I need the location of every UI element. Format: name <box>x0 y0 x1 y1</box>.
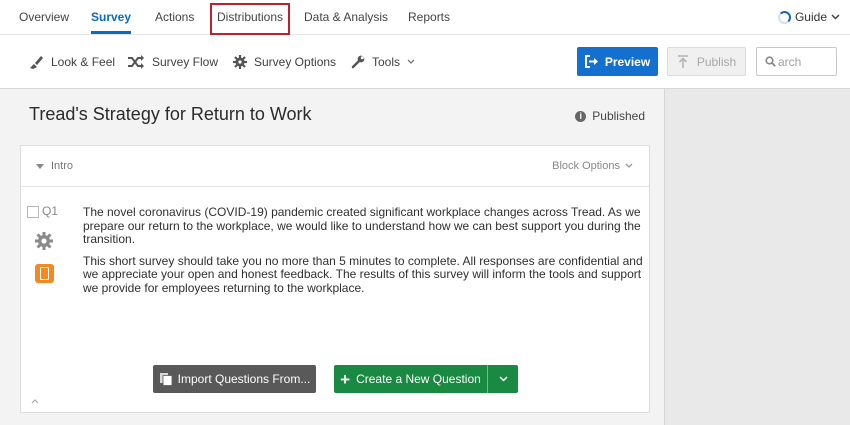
chevron-down-icon <box>831 14 840 20</box>
chevron-down-icon <box>407 59 415 64</box>
block-options-label: Block Options <box>552 160 620 172</box>
plus-icon: + <box>340 369 351 389</box>
right-side-panel <box>664 89 850 425</box>
block-name: Intro <box>51 160 74 172</box>
block-collapse-toggle[interactable]: Intro <box>36 160 73 172</box>
question-select-checkbox[interactable] <box>27 206 39 218</box>
question-block: Intro Block Options Q1 The novel coronav… <box>20 145 650 413</box>
survey-flow-label: Survey Flow <box>152 55 219 69</box>
mobile-friendly-icon[interactable] <box>35 264 54 283</box>
survey-toolbar: Look & Feel Survey Flow Survey Options T… <box>0 35 850 89</box>
tools-label: Tools <box>372 55 401 69</box>
tab-actions-label: Actions <box>155 10 195 24</box>
tab-data-analysis-label: Data & Analysis <box>304 10 389 24</box>
survey-flow-button[interactable]: Survey Flow <box>127 35 218 89</box>
block-header: Intro Block Options <box>21 146 649 187</box>
search-input[interactable] <box>778 54 828 69</box>
upload-icon <box>677 54 688 68</box>
import-questions-button[interactable]: Import Questions From... <box>153 365 316 393</box>
survey-editor: Tread's Strategy for Return to Work i Pu… <box>0 89 664 425</box>
gear-icon <box>35 232 53 250</box>
collapse-block-icon[interactable] <box>31 396 39 407</box>
survey-options-label: Survey Options <box>254 55 337 69</box>
look-feel-button[interactable]: Look & Feel <box>28 35 115 89</box>
create-question-button[interactable]: + Create a New Question <box>334 365 488 393</box>
paint-brush-icon <box>30 56 43 69</box>
preview-button[interactable]: Preview <box>577 47 658 76</box>
create-question-label: Create a New Question <box>356 372 481 386</box>
preview-label: Preview <box>604 54 651 69</box>
gear-icon <box>233 55 247 69</box>
survey-title: Tread's Strategy for Return to Work <box>29 104 312 124</box>
question-paragraph: The novel coronavirus (COVID-19) pandemi… <box>83 205 641 246</box>
tab-reports[interactable]: Reports <box>408 0 450 35</box>
guide-button[interactable]: Guide <box>777 10 840 24</box>
tab-actions[interactable]: Actions <box>155 0 194 35</box>
search-box[interactable] <box>756 47 837 76</box>
phone-icon <box>40 267 49 280</box>
tab-reports-label: Reports <box>408 10 451 24</box>
tab-survey-label: Survey <box>91 10 132 24</box>
question-text[interactable]: The novel coronavirus (COVID-19) pandemi… <box>83 205 643 303</box>
question-paragraph: This short survey should take you no mor… <box>83 253 643 295</box>
status-indicator: i Published <box>575 109 645 123</box>
look-feel-label: Look & Feel <box>51 55 116 69</box>
question-settings-button[interactable] <box>34 231 54 256</box>
publish-button[interactable]: Publish <box>667 47 746 76</box>
preview-arrow-icon <box>584 55 598 68</box>
tab-data-analysis[interactable]: Data & Analysis <box>304 0 388 35</box>
copy-icon <box>159 373 173 386</box>
chevron-up-icon <box>31 399 39 404</box>
create-question-button-group: + Create a New Question <box>334 365 518 393</box>
top-navigation: Overview Survey Actions Distributions Da… <box>0 0 850 35</box>
search-icon <box>765 56 776 67</box>
publish-label: Publish <box>696 54 737 69</box>
tab-survey[interactable]: Survey <box>91 0 132 35</box>
tab-overview[interactable]: Overview <box>19 0 69 35</box>
guide-label: Guide <box>794 10 827 24</box>
shuffle-icon <box>128 55 144 69</box>
status-label: Published <box>592 109 645 123</box>
info-icon: i <box>575 110 587 122</box>
tab-overview-label: Overview <box>19 10 70 24</box>
chevron-down-icon <box>625 163 633 168</box>
guide-progress-icon <box>777 10 791 24</box>
block-options-menu[interactable]: Block Options <box>552 160 633 172</box>
chevron-down-icon <box>498 376 508 382</box>
import-questions-label: Import Questions From... <box>177 372 311 386</box>
active-tab-indicator <box>91 31 132 34</box>
tab-distributions[interactable]: Distributions <box>209 0 291 35</box>
tools-menu-button[interactable]: Tools <box>351 35 415 89</box>
caret-down-icon <box>36 163 44 169</box>
wrench-icon <box>351 55 365 69</box>
question-number: Q1 <box>42 204 59 218</box>
tab-distributions-label: Distributions <box>217 10 284 24</box>
create-question-dropdown[interactable] <box>488 365 518 393</box>
survey-options-button[interactable]: Survey Options <box>233 35 336 89</box>
